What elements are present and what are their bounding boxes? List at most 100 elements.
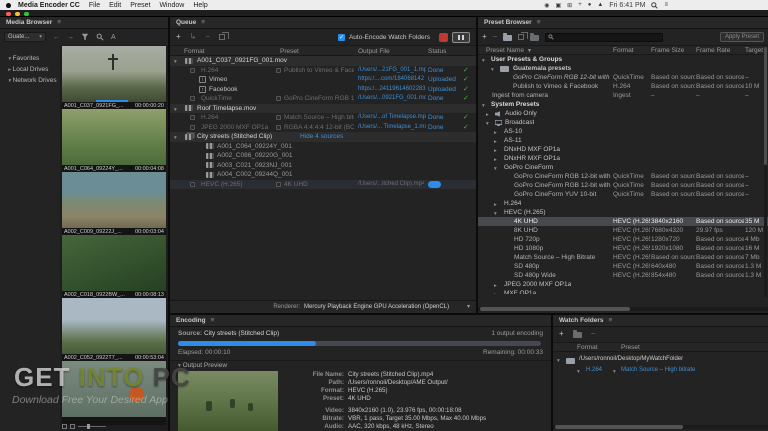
encoding-tab[interactable]: Encoding ≡ — [170, 315, 551, 327]
sort-filter-icon[interactable]: ▼ — [527, 48, 532, 54]
watch-preset-dropdown[interactable]: Match Source – High bitrate — [621, 365, 766, 375]
apply-preset-button[interactable]: Apply Preset — [719, 32, 764, 42]
output-checkbox[interactable] — [190, 181, 195, 187]
col-preset[interactable]: Preset — [621, 344, 640, 351]
watch-folder-output-row[interactable]: ▾ H.264 ▾ Match Source – High bitrate — [553, 365, 768, 375]
spotlight-search-icon[interactable] — [651, 1, 659, 9]
media-browser-tab[interactable]: Media Browser ≡ — [0, 17, 168, 29]
output-checkbox[interactable] — [190, 124, 195, 130]
tree-item-favorites[interactable]: ▾ Favorites — [8, 55, 39, 62]
output-format[interactable]: QuickTime — [201, 94, 273, 104]
preset-row[interactable]: Ingest from camera Ingest – – – — [478, 91, 768, 100]
output-format[interactable]: JPEG 2000 MXF OP1a — [201, 123, 273, 133]
queue-source-row[interactable]: A001_C064_09224Y_001 — [170, 142, 476, 152]
panel-menu-icon[interactable]: ≡ — [537, 17, 541, 29]
horizontal-scrollbar[interactable] — [478, 307, 768, 311]
create-preset-button[interactable]: + — [482, 32, 487, 42]
output-file-link[interactable]: /Users/...0921FG_001.mov — [358, 94, 426, 104]
queue-output-row[interactable]: H.264 Publish to Vimeo & Face... /Users/… — [170, 66, 476, 76]
media-thumbnail[interactable]: A002_C018_0922BW_... 00:00:08:13 — [62, 235, 166, 299]
renderer-dropdown[interactable]: Mercury Playback Engine GPU Acceleration… — [304, 301, 449, 313]
col-preset-name[interactable]: Preset Name — [486, 47, 524, 54]
vertical-scrollbar[interactable] — [764, 47, 767, 297]
queue-source-row[interactable]: A004_C002_09244Q_001 — [170, 170, 476, 180]
preset-browser-tab[interactable]: Preset Browser ≡ — [478, 17, 768, 29]
preset-checkbox[interactable] — [276, 115, 281, 120]
preset-category-row[interactable]: ▸ DNxHR MXF OP1a — [478, 154, 768, 163]
thumbnail-size-slider[interactable] — [78, 424, 106, 429]
preset-row[interactable]: GoPro CineForm RGB 12-bit with alpha (Al… — [478, 73, 768, 82]
preset-checkbox[interactable] — [276, 181, 281, 187]
thumbnail-view-icon[interactable] — [70, 424, 75, 429]
menu-bar-clock[interactable]: Fri 6:41 PM — [609, 2, 645, 9]
publish-destination[interactable]: Facebook — [209, 85, 238, 95]
menu-window[interactable]: Window — [159, 2, 184, 9]
queue-group-row[interactable]: ▾ A001_C037_0921FG_001.mov — [170, 56, 476, 66]
preset-category-row[interactable]: ▸ AS-10 — [478, 127, 768, 136]
remove-watch-folder-button[interactable]: − — [591, 329, 596, 339]
col-output-file[interactable]: Output File — [358, 48, 390, 55]
back-arrow-icon[interactable]: ← — [53, 34, 60, 41]
output-file-link[interactable]: /Users/...of Timelapse.mp4 — [358, 113, 426, 123]
zoom-window-button[interactable] — [24, 11, 29, 16]
preset-row[interactable]: GoPro CineForm RGB 12-bit with alphaQuic… — [478, 172, 768, 181]
queue-source-row[interactable]: A002_C086_09220G_001 — [170, 151, 476, 161]
watch-folders-tab[interactable]: Watch Folders ≡ — [553, 315, 768, 327]
queue-group-row[interactable]: ▾ City streets (Stitched Clip) Hide 4 so… — [170, 132, 476, 142]
horizontal-scrollbar[interactable] — [553, 425, 768, 429]
publish-url-link[interactable]: https:/...24119614602283 — [358, 85, 426, 95]
preset-group-row[interactable]: ▾ System Presets — [478, 100, 768, 109]
chevron-right-icon[interactable]: ▸ — [494, 291, 497, 295]
clip-preview-image[interactable] — [62, 298, 166, 354]
preset-category-row[interactable]: ▸ Audio Only — [478, 109, 768, 118]
col-format[interactable]: Format — [613, 47, 634, 54]
preset-row[interactable]: Match Source – High BitrateHEVC (H.265)B… — [478, 253, 768, 262]
output-checkbox[interactable] — [190, 96, 195, 101]
col-format[interactable]: Format — [577, 344, 598, 351]
menu-file[interactable]: File — [89, 2, 100, 9]
hide-sources-link[interactable]: Hide 4 sources — [300, 132, 343, 142]
remove-button[interactable]: − — [205, 32, 210, 42]
preset-row[interactable]: HD 1080pHEVC (H.265)1920x1080Based on so… — [478, 244, 768, 253]
notification-center-icon[interactable]: ≡ — [664, 2, 668, 8]
output-format[interactable]: H.264 — [201, 66, 273, 76]
pause-queue-button[interactable] — [452, 31, 470, 43]
menu-help[interactable]: Help — [193, 2, 207, 9]
preset-category-row[interactable]: ▸MXF OP1a — [478, 289, 768, 294]
output-preset[interactable]: GoPro CineForm RGB 12... — [284, 94, 354, 104]
preset-row[interactable]: SD 480p WideHEVC (H.265)854x480Based on … — [478, 271, 768, 280]
queue-source-row[interactable]: A003_C021_0923NJ_001 — [170, 161, 476, 171]
output-preset[interactable]: RGBA 4:4:4:4 12-bit (BC... — [284, 123, 354, 133]
add-watch-folder-button[interactable]: + — [559, 329, 564, 339]
media-thumbnail[interactable]: A002_C009_09222J_... 00:00:03:04 — [62, 172, 166, 236]
preset-category-row[interactable]: ▾ HEVC (H.265) — [478, 208, 768, 217]
plus-icon[interactable]: + — [578, 2, 582, 8]
display-options-icon[interactable]: A — [111, 34, 116, 41]
tree-item-local-drives[interactable]: ▸ Local Drives — [8, 66, 48, 73]
list-view-icon[interactable] — [62, 424, 67, 429]
menu-preset[interactable]: Preset — [130, 2, 150, 9]
app-menu-title[interactable]: Media Encoder CC — [18, 2, 80, 9]
menu-edit[interactable]: Edit — [109, 2, 121, 9]
col-frame-size[interactable]: Frame Size — [651, 47, 684, 54]
queue-encoding-row[interactable]: HEVC (H.265) 4K UHD /Users/...itched Cli… — [170, 179, 476, 190]
watch-folder-row[interactable]: ▾ /Users/ronnoil/Desktop/MyWatchFolder — [553, 354, 768, 364]
output-preset[interactable]: 4K UHD — [284, 180, 354, 190]
preset-row[interactable]: Publish to Vimeo & Facebook H.264 Based on… — [478, 82, 768, 91]
minimize-window-button[interactable] — [15, 11, 20, 16]
output-checkbox[interactable] — [190, 67, 195, 73]
preset-checkbox[interactable] — [276, 67, 281, 73]
clip-preview-image[interactable] — [62, 172, 166, 228]
preset-row[interactable]: 8K UHDHEVC (H.265)7680x432029.97 fps120 … — [478, 226, 768, 235]
panel-menu-icon[interactable]: ≡ — [201, 17, 205, 29]
auto-encode-checkbox[interactable]: ✓ — [337, 33, 345, 41]
new-group-icon[interactable] — [503, 33, 513, 41]
clip-preview-image[interactable] — [62, 109, 166, 165]
queue-group-row[interactable]: ▾ Roof Timelapse.mov — [170, 103, 476, 113]
col-format[interactable]: Format — [184, 48, 205, 55]
preset-category-row[interactable]: ▾ Broadcast — [478, 118, 768, 127]
col-preset[interactable]: Preset — [280, 48, 299, 55]
queue-output-row[interactable]: JPEG 2000 MXF OP1a RGBA 4:4:4:4 12-bit (… — [170, 123, 476, 133]
preset-checkbox[interactable] — [276, 124, 281, 130]
preset-category-row[interactable]: ▾ GoPro CineForm — [478, 163, 768, 172]
